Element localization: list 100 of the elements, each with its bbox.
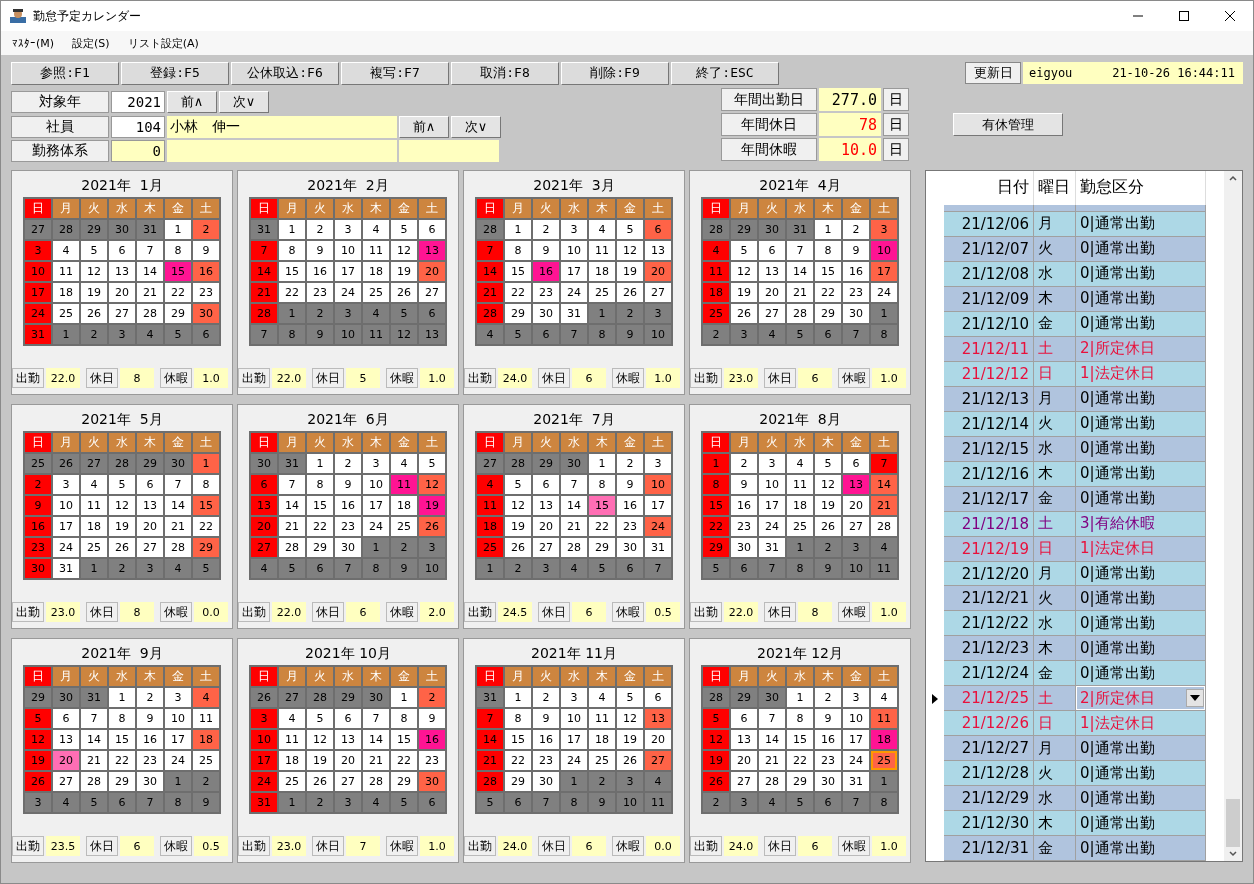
- workday-cell[interactable]: 12: [81, 262, 107, 281]
- toolbar-button[interactable]: 複写:F7: [341, 61, 449, 85]
- workday-cell[interactable]: 7: [759, 709, 785, 728]
- workday-cell[interactable]: 28: [787, 304, 813, 323]
- holiday-cell[interactable]: 3: [871, 220, 897, 239]
- workday-cell[interactable]: 20: [645, 730, 671, 749]
- workday-cell[interactable]: 19: [81, 283, 107, 302]
- workday-cell[interactable]: 15: [279, 262, 305, 281]
- outside-day-cell[interactable]: 27: [279, 688, 305, 707]
- outside-day-cell[interactable]: 30: [759, 220, 785, 239]
- workday-cell[interactable]: 17: [843, 730, 869, 749]
- workday-cell[interactable]: 15: [505, 730, 531, 749]
- workday-cell[interactable]: 9: [843, 241, 869, 260]
- workday-cell[interactable]: 8: [307, 475, 333, 494]
- workday-cell[interactable]: 13: [335, 730, 361, 749]
- workday-cell[interactable]: 1: [589, 454, 615, 473]
- workday-cell[interactable]: 19: [617, 262, 643, 281]
- holiday-cell[interactable]: 16: [193, 262, 219, 281]
- workday-cell[interactable]: 23: [335, 517, 361, 536]
- workday-cell[interactable]: 17: [335, 262, 361, 281]
- outside-day-cell[interactable]: 1: [561, 772, 587, 791]
- outside-day-cell[interactable]: 9: [589, 793, 615, 812]
- workday-cell[interactable]: 11: [53, 262, 79, 281]
- workday-cell[interactable]: 12: [731, 262, 757, 281]
- legal-holiday-cell[interactable]: 5: [703, 709, 729, 728]
- workday-cell[interactable]: 9: [731, 475, 757, 494]
- workday-cell[interactable]: 15: [505, 262, 531, 281]
- workday-cell[interactable]: 1: [391, 688, 417, 707]
- legal-holiday-cell[interactable]: 4: [703, 241, 729, 260]
- outside-day-cell[interactable]: 30: [363, 688, 389, 707]
- outside-day-cell[interactable]: 5: [505, 325, 531, 344]
- holiday-cell[interactable]: 21: [871, 496, 897, 515]
- workday-cell[interactable]: 13: [645, 241, 671, 260]
- legal-holiday-cell[interactable]: 24: [25, 304, 51, 323]
- date-cell[interactable]: 21/12/06: [944, 211, 1034, 237]
- outside-day-cell[interactable]: 10: [645, 325, 671, 344]
- workday-cell[interactable]: 21: [787, 283, 813, 302]
- holiday-cell[interactable]: 1: [193, 454, 219, 473]
- workday-cell[interactable]: 9: [533, 709, 559, 728]
- holiday-cell[interactable]: 4: [193, 688, 219, 707]
- workday-cell[interactable]: 10: [335, 241, 361, 260]
- outside-day-cell[interactable]: 4: [137, 325, 163, 344]
- paid-leave-cell[interactable]: 11: [391, 475, 417, 494]
- outside-day-cell[interactable]: 2: [307, 793, 333, 812]
- workday-cell[interactable]: 7: [137, 241, 163, 260]
- table-row[interactable]: 21/12/18 土 3|有給休暇: [926, 511, 1224, 537]
- outside-day-cell[interactable]: 4: [477, 325, 503, 344]
- table-row[interactable]: 21/12/16 木 0|通常出勤: [926, 461, 1224, 487]
- outside-day-cell[interactable]: 8: [363, 559, 389, 578]
- workday-cell[interactable]: 20: [137, 517, 163, 536]
- outside-day-cell[interactable]: 28: [703, 688, 729, 707]
- outside-day-cell[interactable]: 1: [279, 793, 305, 812]
- attendance-type-cell[interactable]: 0|通常出勤: [1076, 736, 1206, 762]
- table-row[interactable]: 21/12/08 水 0|通常出勤: [926, 261, 1224, 287]
- workday-cell[interactable]: 31: [561, 304, 587, 323]
- outside-day-cell[interactable]: 12: [391, 325, 417, 344]
- workday-cell[interactable]: 13: [53, 730, 79, 749]
- workday-cell[interactable]: 14: [363, 730, 389, 749]
- workday-cell[interactable]: 16: [617, 496, 643, 515]
- outside-day-cell[interactable]: 5: [703, 559, 729, 578]
- legal-holiday-cell[interactable]: 23: [25, 538, 51, 557]
- workday-cell[interactable]: 12: [307, 730, 333, 749]
- workday-cell[interactable]: 23: [617, 517, 643, 536]
- workday-cell[interactable]: 2: [731, 454, 757, 473]
- legal-holiday-cell[interactable]: 3: [25, 241, 51, 260]
- outside-day-cell[interactable]: 4: [871, 538, 897, 557]
- workday-cell[interactable]: 13: [109, 262, 135, 281]
- table-row[interactable]: 21/12/17 金 0|通常出勤: [926, 486, 1224, 512]
- date-cell[interactable]: 21/12/08: [944, 261, 1034, 287]
- toolbar-button[interactable]: 参照:F1: [11, 61, 119, 85]
- workday-cell[interactable]: 6: [53, 709, 79, 728]
- outside-day-cell[interactable]: 29: [25, 688, 51, 707]
- legal-holiday-cell[interactable]: 17: [25, 283, 51, 302]
- outside-day-cell[interactable]: 31: [81, 688, 107, 707]
- outside-day-cell[interactable]: 29: [731, 688, 757, 707]
- workday-cell[interactable]: 3: [335, 220, 361, 239]
- attendance-type-cell[interactable]: 0|通常出勤: [1076, 461, 1206, 487]
- workday-cell[interactable]: 25: [391, 517, 417, 536]
- outside-day-cell[interactable]: 2: [703, 793, 729, 812]
- workday-cell[interactable]: 15: [109, 730, 135, 749]
- paid-leave-cell[interactable]: 13: [419, 241, 445, 260]
- workday-cell[interactable]: 16: [137, 730, 163, 749]
- legal-holiday-cell[interactable]: 14: [477, 730, 503, 749]
- workday-cell[interactable]: 11: [787, 475, 813, 494]
- workday-cell[interactable]: 29: [109, 772, 135, 791]
- workday-cell[interactable]: 21: [561, 517, 587, 536]
- workday-cell[interactable]: 23: [731, 517, 757, 536]
- workday-cell[interactable]: 4: [589, 688, 615, 707]
- attendance-type-cell[interactable]: 0|通常出勤: [1076, 286, 1206, 312]
- legal-holiday-cell[interactable]: 11: [703, 262, 729, 281]
- outside-day-cell[interactable]: 3: [335, 304, 361, 323]
- outside-day-cell[interactable]: 2: [81, 325, 107, 344]
- workday-cell[interactable]: 21: [81, 751, 107, 770]
- legal-holiday-cell[interactable]: 26: [703, 772, 729, 791]
- attendance-type-cell[interactable]: 0|通常出勤: [1076, 261, 1206, 287]
- legal-holiday-cell[interactable]: 28: [477, 772, 503, 791]
- workday-cell[interactable]: 16: [731, 496, 757, 515]
- outside-day-cell[interactable]: 29: [81, 220, 107, 239]
- legal-holiday-cell[interactable]: 8: [703, 475, 729, 494]
- workday-cell[interactable]: 27: [335, 772, 361, 791]
